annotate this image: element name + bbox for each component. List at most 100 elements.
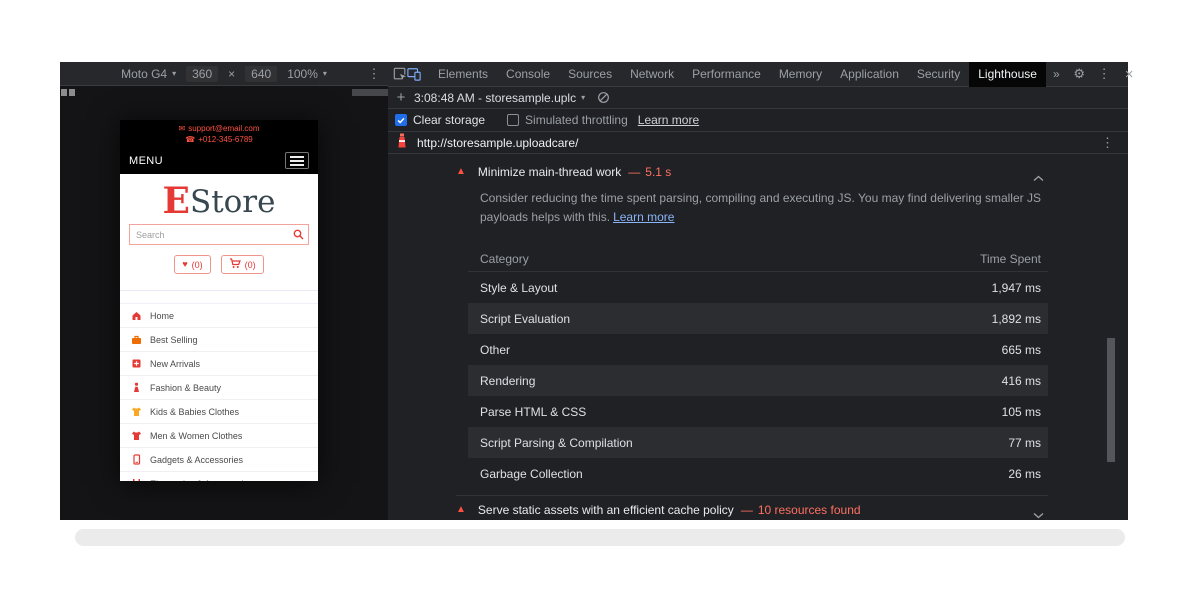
viewport-width-field[interactable]: 360 [186,66,218,82]
chevron-down-icon[interactable] [1033,506,1044,520]
row-time: 1,947 ms [992,281,1048,295]
devtools-pane: Elements Console Sources Network Perform… [388,62,1128,520]
scrollbar-fragment[interactable] [352,89,388,96]
clear-storage-checkbox[interactable] [395,114,407,126]
main-thread-table: Category Time Spent Style & Layout 1,947… [468,247,1048,489]
column-header-category: Category [468,252,980,266]
row-category: Script Evaluation [468,312,992,326]
screenshot-stage: Moto G4 ▾ 360 × 640 100% ▾ ⋮ ✉suppor [0,0,1200,605]
row-category: Parse HTML & CSS [468,405,1002,419]
audit-separator: — [741,503,753,517]
nav-item-fashion-beauty[interactable]: Fashion & Beauty [120,376,318,400]
devtools-window: Moto G4 ▾ 360 × 640 100% ▾ ⋮ ✉suppor [60,62,1128,520]
tab-application[interactable]: Application [831,62,908,87]
viewport-height-field[interactable]: 640 [245,66,277,82]
nav-item-home[interactable]: Home [120,304,318,328]
device-select[interactable]: Moto G4 ▾ [121,67,176,81]
electronics-icon [131,478,142,481]
cart-count: (0) [245,260,256,270]
shirt-icon [131,430,142,441]
nav-item-best-selling[interactable]: Best Selling [120,328,318,352]
contact-phone: ☎+012-345-6789 [185,134,252,145]
audit-description: Consider reducing the time spent parsing… [480,189,1065,227]
more-tabs-icon[interactable]: » [1046,67,1067,81]
tab-console[interactable]: Console [497,62,559,87]
device-toolbar-menu-icon[interactable]: ⋮ [364,62,384,86]
row-time: 665 ms [1002,343,1048,357]
search-input[interactable] [130,230,288,240]
table-row: Script Parsing & Compilation 77 ms [468,427,1048,458]
new-audit-icon[interactable]: + [388,89,414,106]
contact-email: ✉support@email.com [179,123,260,134]
tab-memory[interactable]: Memory [770,62,831,87]
audit-learn-more-link[interactable]: Learn more [613,210,674,224]
tab-lighthouse[interactable]: Lighthouse [969,62,1046,87]
audit-resources-value: 10 resources found [758,503,861,517]
simulated-throttling-label: Simulated throttling [525,113,628,127]
simulated-throttling-checkbox[interactable] [507,114,519,126]
emulated-phone-screen: ✉support@email.com ☎+012-345-6789 MENU E… [120,120,318,481]
row-time: 77 ms [1008,436,1048,450]
device-toolbar: Moto G4 ▾ 360 × 640 100% ▾ ⋮ [60,62,388,86]
table-row: Rendering 416 ms [468,365,1048,396]
nav-item-new-arrivals[interactable]: New Arrivals [120,352,318,376]
clear-storage-label: Clear storage [413,113,485,127]
report-menu-icon[interactable]: ⋮ [1101,135,1114,151]
close-icon[interactable]: × [1117,62,1142,87]
page-scrollbar-strip[interactable] [75,529,1125,546]
table-row: Parse HTML & CSS 105 ms [468,396,1048,427]
zoom-select[interactable]: 100% ▾ [287,67,327,81]
row-category: Style & Layout [468,281,992,295]
tab-performance[interactable]: Performance [683,62,770,87]
audit-main-thread-header[interactable]: ▲ Minimize main-thread work — 5.1 s [456,165,671,179]
device-toolbar-toggle-icon[interactable] [407,62,421,87]
report-selector[interactable]: 3:08:48 AM - storesample.uplc ▾ [414,91,585,105]
tab-security[interactable]: Security [908,62,969,87]
audit-value: — 10 resources found [741,503,861,517]
store-logo[interactable]: EStore [120,174,318,221]
wishlist-count: (0) [192,260,203,270]
nav-label: Gadgets & Accessories [150,455,243,465]
store-nav-list: Home Best Selling New Arrivals Fashion &… [120,290,318,481]
nav-spacer [120,291,318,304]
nav-item-men-women[interactable]: Men & Women Clothes [120,424,318,448]
home-icon [131,310,142,321]
menu-label: MENU [129,155,163,167]
tab-network[interactable]: Network [621,62,683,87]
wishlist-button[interactable]: ♥ (0) [174,255,210,274]
tab-sources[interactable]: Sources [559,62,621,87]
row-time: 416 ms [1002,374,1048,388]
devtools-tab-bar: Elements Console Sources Network Perform… [388,62,1128,87]
warning-icon: ▲ [456,167,466,177]
vertical-scrollbar-thumb[interactable] [1107,338,1115,462]
chevron-up-icon[interactable] [1033,169,1044,187]
nav-item-kids-babies[interactable]: Kids & Babies Clothes [120,400,318,424]
throttling-learn-more-link[interactable]: Learn more [638,113,699,127]
contact-phone-text: +012-345-6789 [198,135,253,144]
audit-divider [456,495,1048,496]
device-emulation-pane: Moto G4 ▾ 360 × 640 100% ▾ ⋮ ✉suppor [60,62,388,520]
hamburger-menu-icon[interactable] [285,152,309,169]
audit-cache-policy-header[interactable]: ▲ Serve static assets with an efficient … [456,503,861,517]
nav-label: Men & Women Clothes [150,431,242,441]
nav-item-gadgets[interactable]: Gadgets & Accessories [120,448,318,472]
nav-label: Fashion & Beauty [150,383,221,393]
inspect-element-icon[interactable] [393,62,407,87]
telephone-icon: ☎ [185,135,195,144]
tab-elements[interactable]: Elements [429,62,497,87]
store-logo-rest: Store [190,188,276,217]
cart-button[interactable]: (0) [221,255,264,274]
nav-item-electronics[interactable]: Electronics & Accessories [120,472,318,481]
cart-icon [229,258,241,271]
new-arrivals-icon [131,358,142,369]
search-icon[interactable] [288,225,308,244]
report-url-bar: http://storesample.uploadcare/ ⋮ [388,132,1128,154]
gear-icon[interactable]: ⚙ [1067,62,1092,87]
row-category: Rendering [468,374,1002,388]
clear-reports-icon[interactable] [597,91,610,104]
store-action-buttons: ♥ (0) (0) [120,255,318,274]
nav-label: New Arrivals [150,359,200,369]
nav-label: Kids & Babies Clothes [150,407,239,417]
nav-label: Best Selling [150,335,198,345]
devtools-menu-icon[interactable]: ⋮ [1092,62,1117,87]
